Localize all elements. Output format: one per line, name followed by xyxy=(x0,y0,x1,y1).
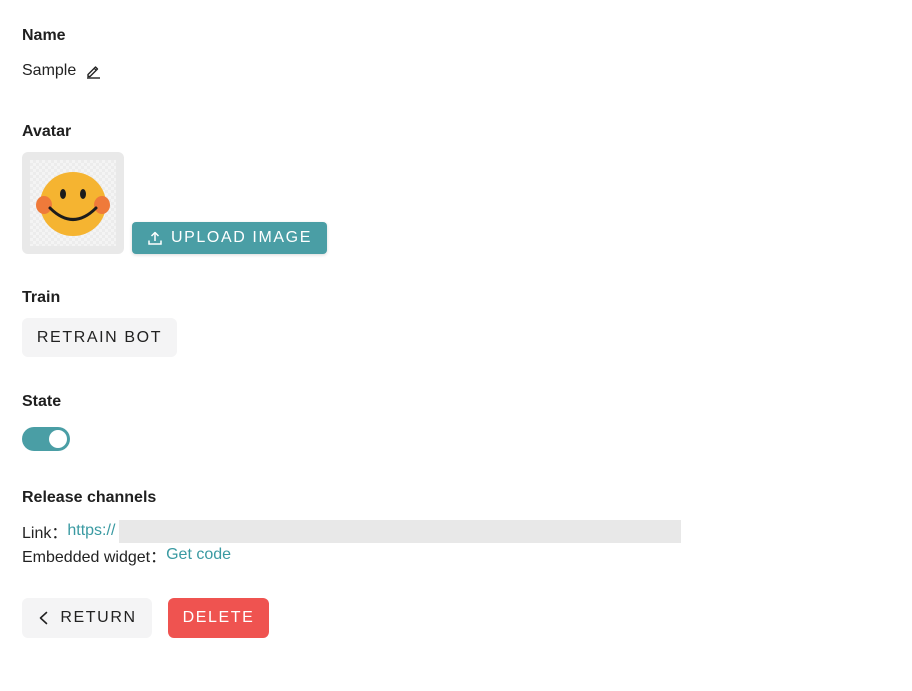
link-row: Link： https:// xyxy=(22,520,115,542)
name-section-title: Name xyxy=(22,27,66,44)
redacted-url-block xyxy=(119,520,681,543)
avatar[interactable] xyxy=(22,152,124,254)
retrain-bot-button[interactable]: RETRAIN BOT xyxy=(22,318,177,357)
avatar-section-title: Avatar xyxy=(22,123,72,140)
smiley-face-icon xyxy=(36,172,110,236)
bot-settings-page: Name Sample Avatar UPLOAD IMAGE Train RE… xyxy=(0,0,912,691)
upload-image-label: UPLOAD IMAGE xyxy=(170,229,312,246)
state-toggle[interactable] xyxy=(22,427,70,451)
pencil-icon[interactable] xyxy=(85,63,101,79)
delete-button[interactable]: DELETE xyxy=(168,598,269,638)
embedded-widget-label: Embedded widget： xyxy=(22,549,167,566)
avatar-image xyxy=(30,160,116,246)
chevron-left-icon xyxy=(37,611,51,625)
upload-image-button[interactable]: UPLOAD IMAGE xyxy=(132,222,327,254)
toggle-knob xyxy=(49,430,67,448)
link-label: Link： xyxy=(22,525,68,542)
return-label: RETURN xyxy=(60,609,137,626)
upload-icon xyxy=(147,230,163,246)
name-row: Sample xyxy=(22,62,101,80)
release-channels-title: Release channels xyxy=(22,489,157,506)
get-code-link[interactable]: Get code xyxy=(166,546,231,564)
bot-name-value: Sample xyxy=(22,62,77,79)
link-url[interactable]: https:// xyxy=(67,522,115,540)
train-section-title: Train xyxy=(22,289,61,306)
state-section-title: State xyxy=(22,393,62,410)
return-button[interactable]: RETURN xyxy=(22,598,152,638)
embedded-widget-row: Embedded widget： Get code xyxy=(22,544,231,566)
